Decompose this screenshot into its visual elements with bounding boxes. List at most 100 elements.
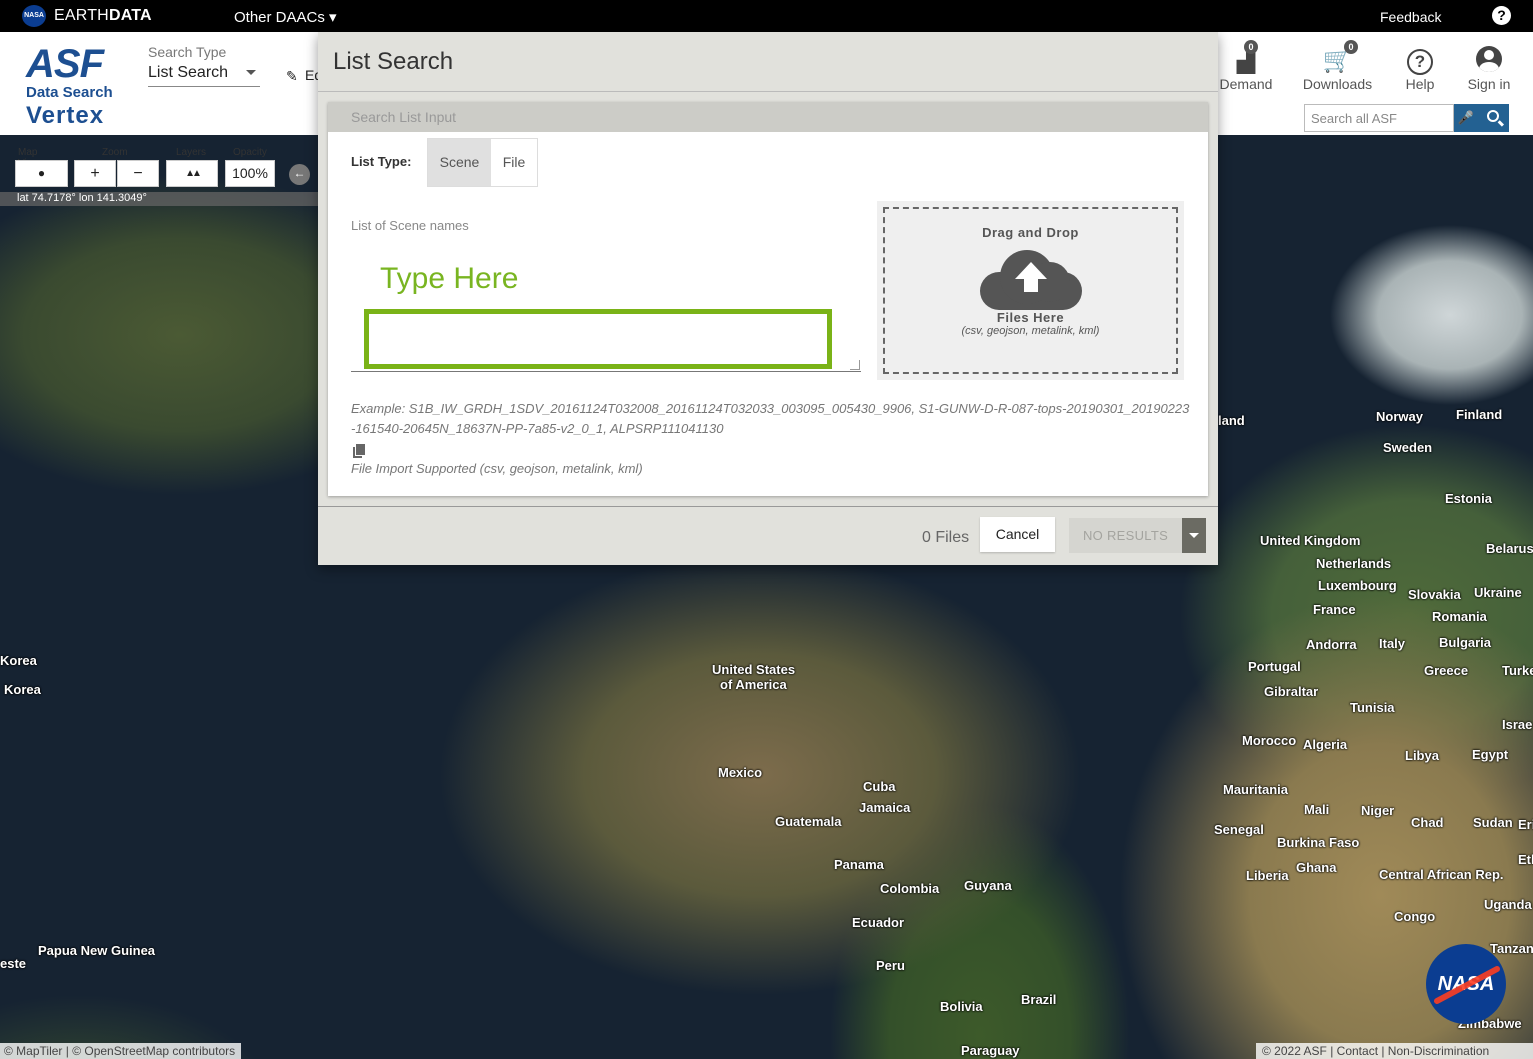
collapse-arrow-icon[interactable]: ← <box>289 164 310 185</box>
map-label: Gibraltar <box>1264 684 1319 699</box>
help-circle-icon: ? <box>1407 49 1433 75</box>
search-type-value[interactable]: List Search <box>148 64 260 87</box>
user-account-icon <box>1476 46 1502 72</box>
map-label: Tunisia <box>1350 700 1395 715</box>
map-label: Korea <box>0 653 37 668</box>
dropzone-title: Drag and Drop <box>982 225 1079 240</box>
logo-vertex-text: Vertex <box>26 102 105 129</box>
microphone-icon[interactable]: 🎤 <box>1454 104 1478 132</box>
map-label: Ghana <box>1296 860 1337 875</box>
sign-in-label: Sign in <box>1467 76 1511 92</box>
map-label: of America <box>720 677 787 692</box>
map-label: Bolivia <box>940 999 983 1014</box>
earthdata-brand[interactable]: EARTHDATA <box>54 7 152 25</box>
dropzone-container: Drag and Drop Files Here (csv, geojson, … <box>877 201 1184 380</box>
layers-icon[interactable]: ▲▲ <box>166 160 218 187</box>
feedback-link[interactable]: Feedback <box>1380 9 1441 25</box>
map-label: Paraguay <box>961 1043 1020 1058</box>
on-demand-icon: ▟ 0 <box>1218 40 1274 76</box>
footer-divider <box>318 506 1218 507</box>
map-label: Brazil <box>1021 992 1057 1007</box>
chevron-down-icon[interactable] <box>1182 518 1206 553</box>
toggle-file[interactable]: File <box>491 139 537 186</box>
map-label: Chad <box>1411 815 1444 830</box>
on-demand-label: Demand <box>1219 76 1273 92</box>
map-label: United States <box>712 662 796 677</box>
search-list-input-panel: Search List Input List Type: Scene File … <box>328 102 1208 496</box>
layers-label: Layers <box>176 147 207 158</box>
search-icon <box>1487 110 1499 122</box>
cursor-coordinates: lat 74.7178° lon 141.3049° <box>0 192 318 206</box>
map-label: Slovakia <box>1408 587 1461 602</box>
nasa-mini-logo[interactable]: NASA <box>22 5 46 27</box>
on-demand-button[interactable]: ▟ 0 Demand <box>1218 40 1274 92</box>
map-label: Mexico <box>718 765 763 780</box>
asf-vertex-logo[interactable]: ASF Data Search Vertex <box>22 42 122 129</box>
map-label: Cuba <box>863 779 896 794</box>
map-label: Senegal <box>1214 822 1264 837</box>
opacity-input[interactable]: 100% <box>225 160 275 187</box>
map-label: United Kingdom <box>1260 533 1361 548</box>
map-label: Bulgaria <box>1439 635 1492 650</box>
map-label: Mali <box>1304 802 1330 817</box>
help-icon[interactable]: ? <box>1492 6 1511 25</box>
search-type-select[interactable]: Search Type List Search <box>148 44 260 87</box>
copy-icon[interactable] <box>353 444 365 458</box>
map-label: Greece <box>1424 663 1469 678</box>
resize-handle-icon[interactable] <box>850 360 860 370</box>
search-button[interactable] <box>1478 104 1509 132</box>
map-label: Israe <box>1502 717 1533 732</box>
zoom-out-button[interactable]: − <box>117 160 159 187</box>
map-label: Mauritania <box>1223 782 1289 797</box>
help-button[interactable]: ? Help <box>1400 46 1440 92</box>
dialog-title: List Search <box>333 48 454 75</box>
title-divider <box>318 91 1218 92</box>
file-import-note: File Import Supported (csv, geojson, met… <box>351 461 643 476</box>
map-label: Tanzan <box>1490 941 1533 956</box>
map-label: Sweden <box>1383 440 1433 455</box>
map-label: Italy <box>1379 636 1406 651</box>
map-label: Turke <box>1502 663 1533 678</box>
dropzone-file-types: (csv, geojson, metalink, kml) <box>961 325 1100 337</box>
map-label: Romania <box>1432 609 1487 624</box>
no-results-button[interactable]: NO RESULTS <box>1069 518 1182 553</box>
example-text: Example: S1B_IW_GRDH_1SDV_20161124T03200… <box>351 401 1190 436</box>
search-input[interactable] <box>1304 104 1454 132</box>
pencil-icon[interactable]: ✎ <box>286 68 298 85</box>
footer-links[interactable]: © 2022 ASF | Contact | Non-Discriminatio… <box>1256 1043 1533 1059</box>
search-type-selected: List Search <box>148 64 229 81</box>
file-dropzone[interactable]: Drag and Drop Files Here (csv, geojson, … <box>883 207 1178 374</box>
help-label: Help <box>1405 76 1435 92</box>
map-label: Libya <box>1405 748 1439 763</box>
toggle-scene[interactable]: Scene <box>428 139 491 186</box>
cancel-button[interactable]: Cancel <box>980 517 1055 552</box>
textarea-underline <box>351 371 861 372</box>
map-label: Guyana <box>964 878 1012 893</box>
map-label: Algeria <box>1303 737 1348 752</box>
map-label: Sudan <box>1473 815 1513 830</box>
scene-list-textarea[interactable] <box>364 309 832 369</box>
downloads-button[interactable]: 🛒 0 Downloads <box>1300 40 1375 92</box>
asf-site-search: 🎤 <box>1304 104 1509 132</box>
sign-in-button[interactable]: Sign in <box>1462 46 1516 92</box>
opacity-label: Opacity <box>233 147 267 158</box>
map-label: Jamaica <box>859 800 911 815</box>
list-search-dialog: List Search Search List Input List Type:… <box>318 32 1218 565</box>
panel-header: Search List Input <box>328 102 1208 132</box>
scene-list-label: List of Scene names <box>351 218 469 233</box>
map-label: France <box>1313 602 1356 617</box>
zoom-in-button[interactable]: + <box>74 160 116 187</box>
map-label: Guatemala <box>775 814 842 829</box>
map-label: Ecuador <box>852 915 905 930</box>
map-attribution[interactable]: © MapTiler | © OpenStreetMap contributor… <box>0 1043 242 1059</box>
map-label: Egypt <box>1472 747 1509 762</box>
other-daacs-menu[interactable]: Other DAACs ▾ <box>234 8 337 26</box>
chevron-down-icon <box>246 70 256 75</box>
dropzone-files-label: Files Here <box>996 310 1065 325</box>
globe-icon[interactable]: ● <box>15 160 68 187</box>
map-label: Morocco <box>1242 733 1297 748</box>
map-label: Eri <box>1518 817 1533 832</box>
nasa-logo: NASA <box>1426 944 1506 1024</box>
map-label: Finland <box>1456 407 1503 422</box>
map-label: Papua New Guinea <box>38 943 156 958</box>
